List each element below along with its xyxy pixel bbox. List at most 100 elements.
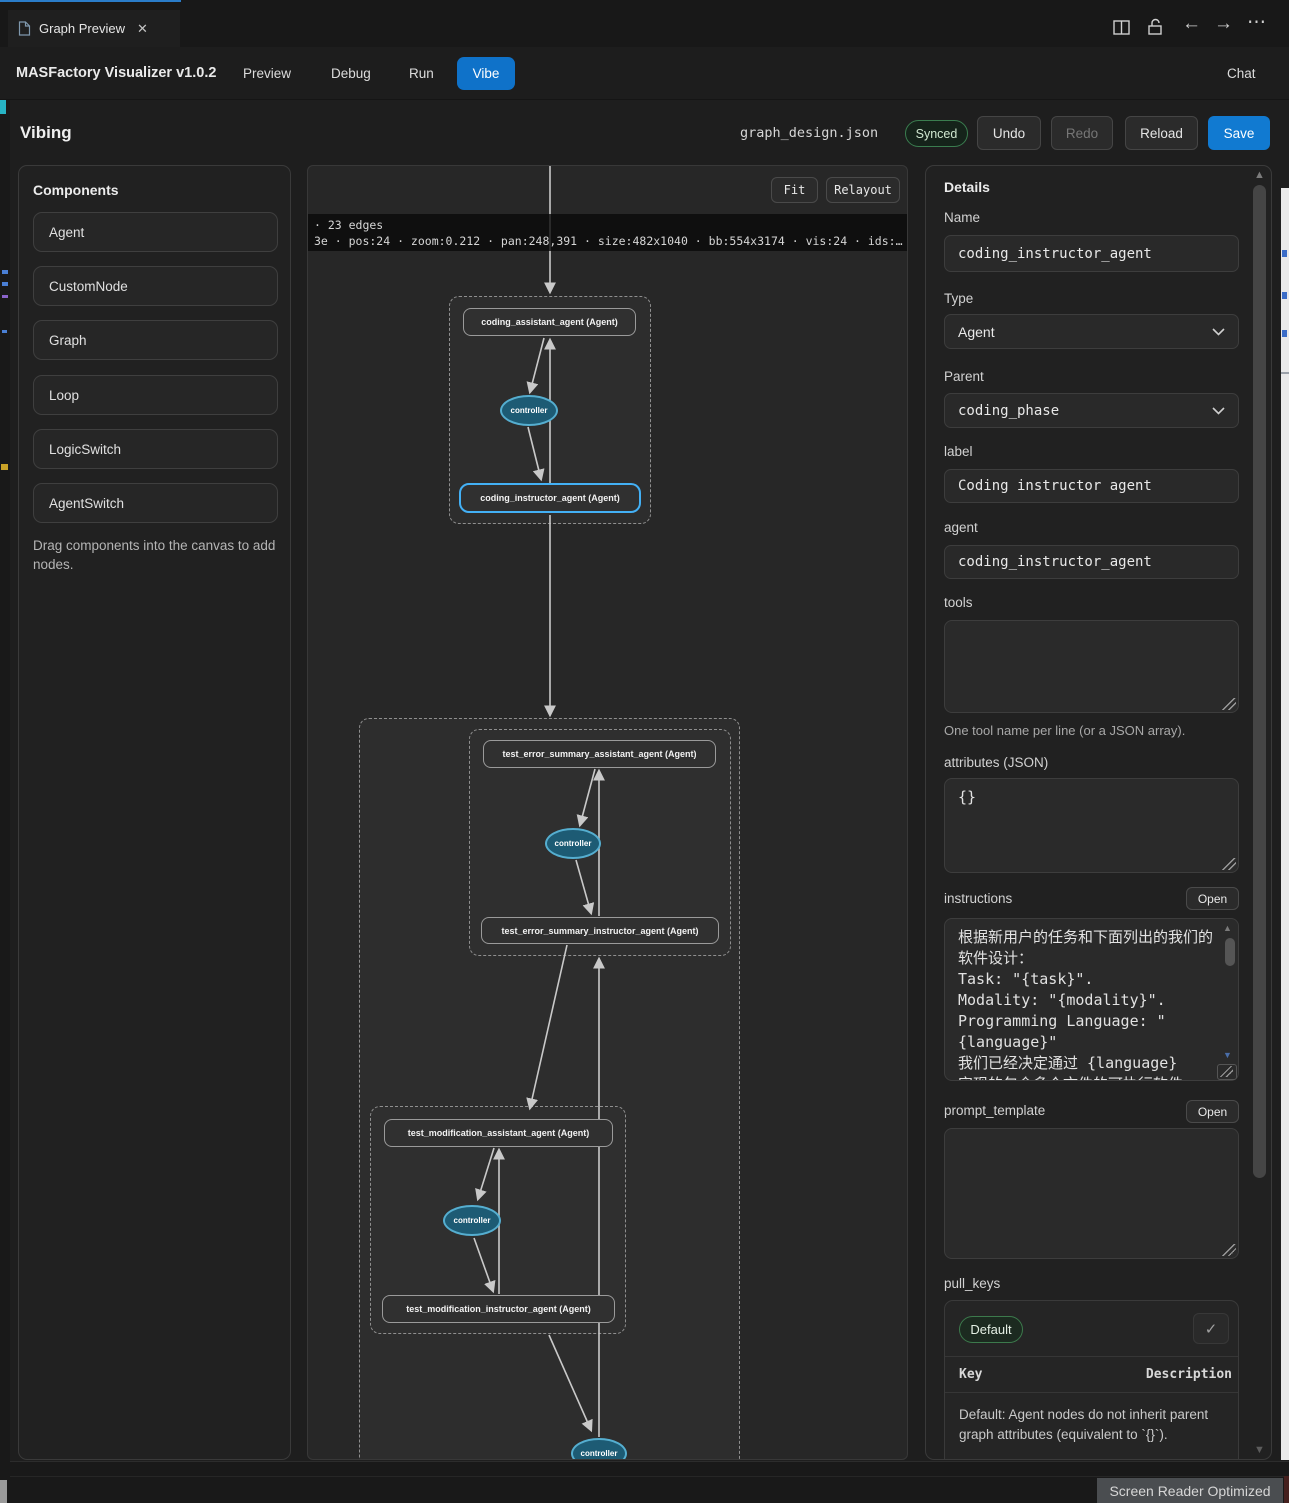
description-column-header: Description: [1146, 1367, 1232, 1382]
window-sliver-fragment: [1282, 330, 1287, 337]
name-field[interactable]: [944, 235, 1239, 272]
minimap-speck: [0, 1480, 7, 1503]
minimap-speck: [2, 270, 8, 274]
fit-button[interactable]: Fit: [771, 177, 818, 203]
window-sliver-fragment: [1282, 250, 1287, 257]
label-field[interactable]: [944, 469, 1239, 503]
details-scrollbar-thumb[interactable]: [1253, 185, 1266, 1178]
tools-textarea[interactable]: [944, 620, 1239, 713]
component-loop[interactable]: Loop: [33, 375, 278, 415]
node-controller-test-modification[interactable]: controller: [443, 1205, 501, 1236]
status-line-1: · 23 edges: [314, 217, 903, 233]
details-panel: Details Name Type Agent Parent coding_ph…: [925, 165, 1272, 1460]
screen-reader-badge[interactable]: Screen Reader Optimized: [1097, 1478, 1283, 1503]
component-logicswitch[interactable]: LogicSwitch: [33, 429, 278, 469]
component-customnode[interactable]: CustomNode: [33, 266, 278, 306]
key-column-header: Key: [959, 1367, 982, 1382]
tab-title: Graph Preview: [39, 21, 125, 36]
right-edge-window-sliver: [1281, 188, 1289, 1460]
prompt-template-label: prompt_template: [944, 1103, 1045, 1118]
scroll-down-icon[interactable]: ▼: [1223, 1050, 1232, 1060]
node-test-error-summary-instructor-agent[interactable]: test_error_summary_instructor_agent (Age…: [481, 917, 719, 944]
component-agent[interactable]: Agent: [33, 212, 278, 252]
minimap-speck: [0, 100, 6, 114]
node-test-modification-assistant-agent[interactable]: test_modification_assistant_agent (Agent…: [384, 1119, 613, 1147]
menu-preview[interactable]: Preview: [243, 66, 291, 81]
resize-handle[interactable]: [1222, 698, 1236, 710]
forward-arrow-icon[interactable]: →: [1214, 14, 1233, 34]
sidebar-title: Components: [33, 182, 119, 198]
node-coding-instructor-agent-selected[interactable]: coding_instructor_agent (Agent): [459, 483, 641, 513]
save-button[interactable]: Save: [1208, 116, 1270, 150]
agent-field[interactable]: [944, 545, 1239, 579]
sync-status-badge: Synced: [905, 120, 968, 147]
tab-bar: Graph Preview ✕ ← → ⋯: [0, 0, 1289, 47]
vibe-button[interactable]: Vibe: [457, 57, 515, 90]
scroll-up-icon[interactable]: ▲: [1223, 923, 1232, 933]
back-arrow-icon[interactable]: ←: [1182, 14, 1201, 34]
canvas-status-bar: · 23 edges 3e · pos:24 · zoom:0.212 · pa…: [308, 214, 908, 251]
name-label: Name: [944, 210, 980, 225]
minimap-speck: [2, 295, 8, 298]
filename: graph_design.json: [740, 125, 878, 141]
attributes-label: attributes (JSON): [944, 755, 1048, 770]
menu-debug[interactable]: Debug: [331, 66, 371, 81]
node-coding-assistant-agent[interactable]: coding_assistant_agent (Agent): [463, 308, 636, 336]
scroll-down-icon[interactable]: ▼: [1254, 1444, 1265, 1456]
component-graph[interactable]: Graph: [33, 320, 278, 360]
edge-artifact: [1284, 1476, 1289, 1503]
chevron-down-icon: [1212, 407, 1225, 415]
type-select[interactable]: Agent: [944, 314, 1239, 349]
parent-label: Parent: [944, 369, 984, 384]
node-controller-test-error-summary[interactable]: controller: [545, 828, 601, 859]
more-actions-icon[interactable]: ⋯: [1247, 12, 1266, 32]
page-title: Vibing: [20, 123, 72, 143]
resize-handle[interactable]: [1220, 1066, 1233, 1077]
app-title: MASFactory Visualizer v1.0.2: [16, 65, 216, 81]
prompt-template-open-button[interactable]: Open: [1186, 1100, 1239, 1123]
component-agentswitch[interactable]: AgentSwitch: [33, 483, 278, 523]
pull-keys-default-description: Default: Agent nodes do not inherit pare…: [959, 1405, 1221, 1445]
tools-hint: One tool name per line (or a JSON array)…: [944, 723, 1185, 738]
pull-keys-default-chip[interactable]: Default: [959, 1316, 1023, 1343]
instructions-label: instructions: [944, 891, 1012, 906]
minimap-speck: [2, 282, 8, 286]
footer-bar: [0, 1462, 1289, 1503]
node-controller-coding[interactable]: controller: [500, 395, 558, 426]
prompt-template-textarea[interactable]: [944, 1128, 1239, 1259]
graph-canvas[interactable]: coding_assistant_agent (Agent) controlle…: [307, 165, 908, 1460]
undo-button[interactable]: Undo: [977, 116, 1041, 150]
menu-run[interactable]: Run: [409, 66, 434, 81]
type-label: Type: [944, 291, 973, 306]
tools-label: tools: [944, 595, 973, 610]
instructions-textarea[interactable]: 根据新用户的任务和下面列出的我们的软件设计： Task: "{task}". M…: [944, 918, 1239, 1081]
node-test-error-summary-assistant-agent[interactable]: test_error_summary_assistant_agent (Agen…: [483, 740, 716, 768]
components-sidebar: Components Agent CustomNode Graph Loop L…: [18, 165, 291, 1460]
menu-chat[interactable]: Chat: [1227, 66, 1256, 81]
redo-button[interactable]: Redo: [1051, 116, 1113, 150]
check-icon[interactable]: ✓: [1193, 1313, 1229, 1344]
type-select-value: Agent: [958, 324, 995, 340]
parent-select-value: coding_phase: [958, 403, 1059, 419]
close-icon[interactable]: ✕: [137, 21, 148, 37]
scroll-up-icon[interactable]: ▲: [1254, 169, 1265, 181]
split-editor-icon[interactable]: [1113, 17, 1130, 37]
resize-handle[interactable]: [1222, 1244, 1236, 1256]
unlock-icon[interactable]: [1147, 17, 1164, 37]
relayout-button[interactable]: Relayout: [826, 177, 900, 203]
node-test-modification-instructor-agent[interactable]: test_modification_instructor_agent (Agen…: [382, 1295, 615, 1323]
label-label: label: [944, 444, 973, 459]
parent-select[interactable]: coding_phase: [944, 393, 1239, 428]
attributes-textarea[interactable]: {}: [944, 778, 1239, 873]
divider: [0, 1476, 1289, 1477]
app-window: Graph Preview ✕ ← → ⋯ MASFactory Visuali…: [0, 0, 1289, 1503]
window-sliver-fragment: [1281, 372, 1289, 374]
tab-graph-preview[interactable]: Graph Preview ✕: [8, 10, 180, 47]
active-tab-accent: [0, 0, 181, 2]
pull-keys-box: Default ✓ Key Description Default: Agent…: [944, 1300, 1239, 1460]
resize-handle[interactable]: [1222, 858, 1236, 870]
instructions-open-button[interactable]: Open: [1186, 887, 1239, 910]
reload-button[interactable]: Reload: [1125, 116, 1198, 150]
instructions-scrollbar-thumb[interactable]: [1225, 938, 1235, 966]
agent-label: agent: [944, 520, 978, 535]
